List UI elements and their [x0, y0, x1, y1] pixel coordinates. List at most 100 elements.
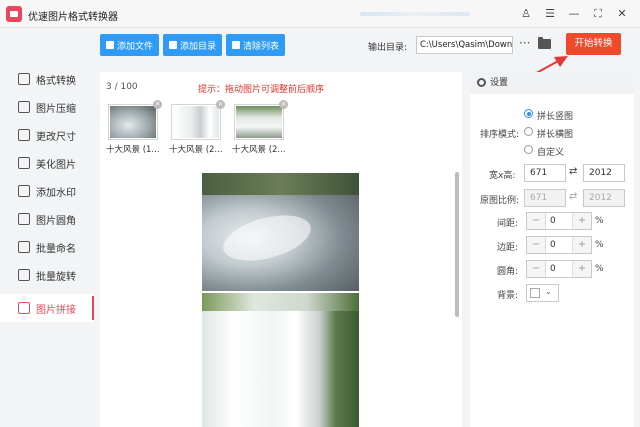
- add-directory-button[interactable]: 添加目录: [163, 34, 223, 56]
- drag-hint: 提示：拖动图片可调整前后顺序: [198, 85, 325, 95]
- folder-plus-icon: [169, 41, 178, 49]
- sidebar-item-stitch[interactable]: 图片拼接: [0, 294, 94, 322]
- thumbnail-caption: 十大风景 (1...: [106, 145, 160, 155]
- thumbnail-3[interactable]: ×: [234, 100, 288, 140]
- radius-unit: %: [595, 264, 604, 274]
- spacing-stepper[interactable]: − 0 +: [526, 212, 592, 230]
- user-icon[interactable]: ♙: [518, 6, 534, 22]
- radio-vertical[interactable]: [524, 109, 533, 118]
- sidebar: 格式转换 图片压缩 更改尺寸 美化图片 添加水印 图片圆角 批量命名 批量旋转 …: [0, 28, 94, 427]
- title-bar: 优速图片格式转换器 ♙ ☰ — ⛶ ✕: [0, 0, 640, 28]
- sidebar-item-watermark[interactable]: 添加水印: [0, 177, 94, 205]
- add-file-button[interactable]: 添加文件: [100, 34, 160, 56]
- image-count: 3 / 100: [106, 82, 138, 92]
- spacing-unit: %: [595, 216, 604, 226]
- margin-label: 边距:: [497, 243, 519, 253]
- remove-icon[interactable]: ×: [279, 100, 288, 109]
- spacing-label: 间距:: [497, 219, 519, 229]
- toolbar: 添加文件 添加目录 清除列表: [100, 34, 286, 56]
- margin-stepper[interactable]: − 0 +: [526, 236, 592, 254]
- radio-horizontal[interactable]: [524, 127, 533, 136]
- preview-image-1: [202, 173, 359, 291]
- increment-button[interactable]: +: [573, 213, 591, 229]
- stitch-preview: [202, 173, 359, 427]
- thumbnail-2[interactable]: ×: [171, 100, 225, 140]
- thumbnail-1[interactable]: ×: [108, 100, 162, 140]
- background-color-picker[interactable]: ⌄: [526, 284, 559, 302]
- menu-icon[interactable]: ☰: [542, 6, 558, 22]
- sidebar-item-round-corner[interactable]: 图片圆角: [0, 205, 94, 233]
- beautify-icon: [18, 157, 30, 169]
- start-convert-button[interactable]: 开始转换: [566, 33, 621, 55]
- sidebar-item-label: 图片圆角: [36, 215, 76, 227]
- preview-scrollbar[interactable]: [455, 172, 459, 317]
- minimize-icon[interactable]: —: [566, 6, 582, 22]
- remove-icon[interactable]: ×: [153, 100, 162, 109]
- rotate-icon: [18, 269, 30, 281]
- width-input[interactable]: 671: [524, 164, 566, 182]
- convert-icon: [18, 73, 30, 85]
- ratio-height-input: 2012: [583, 189, 625, 207]
- add-file-icon: [106, 41, 114, 49]
- maximize-icon[interactable]: ⛶: [590, 6, 606, 22]
- margin-unit: %: [595, 240, 604, 250]
- sort-mode-label: 排序模式:: [480, 130, 520, 140]
- option-horizontal-label: 拼长横图: [537, 130, 574, 140]
- thumbnail-caption: 十大风景 (2...: [232, 145, 286, 155]
- radius-stepper[interactable]: − 0 +: [526, 260, 592, 278]
- clear-list-button[interactable]: 清除列表: [226, 34, 286, 56]
- background-label: 背景:: [497, 291, 519, 301]
- decrement-button[interactable]: −: [527, 213, 545, 229]
- app-logo-icon: [6, 6, 22, 22]
- close-icon[interactable]: ✕: [614, 6, 630, 22]
- output-dir-label: 输出目录:: [368, 43, 408, 53]
- settings-title: 设置: [490, 78, 509, 88]
- option-custom-label: 自定义: [537, 148, 565, 158]
- sidebar-item-batch-rename[interactable]: 批量命名: [0, 233, 94, 261]
- sidebar-item-label: 图片压缩: [36, 103, 76, 115]
- ratio-label: 原图比例:: [480, 196, 520, 206]
- sidebar-item-label: 图片拼接: [36, 304, 76, 316]
- settings-header: 设置: [470, 72, 634, 94]
- compress-icon: [18, 101, 30, 113]
- margin-value[interactable]: 0: [545, 237, 573, 253]
- sidebar-item-batch-rotate[interactable]: 批量旋转: [0, 261, 94, 289]
- decrement-button[interactable]: −: [527, 261, 545, 277]
- clear-list-label: 清除列表: [243, 41, 280, 52]
- remove-icon[interactable]: ×: [216, 100, 225, 109]
- image-list-panel: 3 / 100 提示：拖动图片可调整前后顺序 × 十大风景 (1... × 十大…: [100, 72, 462, 427]
- spacing-value[interactable]: 0: [545, 213, 573, 229]
- app-title: 优速图片格式转换器: [28, 12, 118, 23]
- sidebar-item-compress[interactable]: 图片压缩: [0, 93, 94, 121]
- sidebar-item-label: 更改尺寸: [36, 131, 76, 143]
- preview-image-2: [202, 293, 359, 427]
- resize-icon: [18, 129, 30, 141]
- add-file-label: 添加文件: [117, 41, 154, 52]
- color-swatch: [530, 288, 540, 298]
- thumbnail-image: [110, 106, 156, 138]
- sidebar-item-label: 批量旋转: [36, 271, 76, 283]
- radius-value[interactable]: 0: [545, 261, 573, 277]
- decrement-button[interactable]: −: [527, 237, 545, 253]
- thumbnail-caption: 十大风景 (2...: [169, 145, 223, 155]
- radius-label: 圆角:: [497, 267, 519, 277]
- radio-custom[interactable]: [524, 145, 533, 154]
- sidebar-item-beautify[interactable]: 美化图片: [0, 149, 94, 177]
- swap-icon[interactable]: ⇄: [569, 166, 577, 177]
- chevron-down-icon: ⌄: [545, 287, 552, 296]
- size-label: 宽x高:: [489, 171, 516, 181]
- sidebar-item-resize[interactable]: 更改尺寸: [0, 121, 94, 149]
- trash-icon: [232, 41, 241, 49]
- gear-icon: [477, 78, 486, 87]
- increment-button[interactable]: +: [573, 237, 591, 253]
- thumbnail-image: [236, 106, 282, 138]
- sidebar-item-label: 批量命名: [36, 243, 76, 255]
- rename-icon: [18, 241, 30, 253]
- sidebar-item-label: 美化图片: [36, 159, 76, 171]
- sidebar-item-format-convert[interactable]: 格式转换: [0, 65, 94, 93]
- sidebar-item-label: 添加水印: [36, 187, 76, 199]
- increment-button[interactable]: +: [573, 261, 591, 277]
- height-input[interactable]: 2012: [583, 164, 625, 182]
- ratio-width-input: 671: [524, 189, 566, 207]
- ratio-swap-icon: ⇄: [569, 191, 578, 202]
